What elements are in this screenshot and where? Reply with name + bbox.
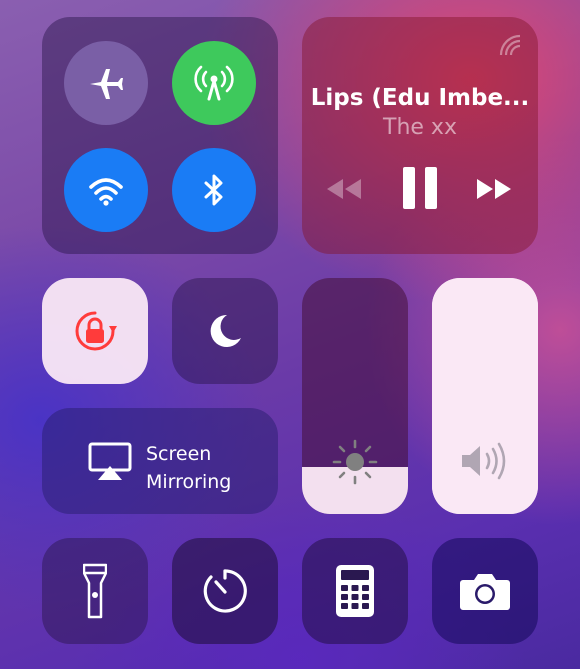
connectivity-module [42,17,278,254]
calculator-icon [336,565,374,617]
airplay-audio-icon[interactable] [498,33,522,57]
flashlight-icon [83,563,107,619]
airplane-mode-button[interactable] [64,41,148,125]
sun-icon [332,439,378,485]
fast-forward-icon[interactable] [474,177,514,201]
screen-mirroring-label: Screen Mirroring [146,443,232,493]
brightness-slider[interactable] [302,278,408,514]
airplay-screen-icon [88,442,132,480]
camera-icon [460,574,510,610]
now-playing-title: Lips (Edu Imbe... [310,85,530,111]
rotation-lock-button[interactable] [42,278,148,384]
wifi-button[interactable] [64,148,148,232]
volume-slider[interactable] [432,278,538,514]
calculator-button[interactable] [302,538,408,644]
screen-mirroring-button[interactable]: Screen Mirroring [42,408,278,514]
now-playing-artist: The xx [383,115,457,140]
timer-button[interactable] [172,538,278,644]
cellular-antenna-icon [194,65,234,101]
pause-icon[interactable] [403,167,437,209]
timer-icon [203,569,247,613]
speaker-volume-icon [462,442,506,480]
airplane-icon [90,69,123,99]
rewind-icon[interactable] [324,177,364,201]
now-playing-module[interactable]: Lips (Edu Imbe... The xx [302,17,538,254]
moon-icon [210,314,241,347]
rotation-lock-icon [75,311,117,351]
wifi-icon [89,178,123,206]
do-not-disturb-button[interactable] [172,278,278,384]
flashlight-button[interactable] [42,538,148,644]
camera-button[interactable] [432,538,538,644]
bluetooth-icon [204,174,223,206]
cellular-data-button[interactable] [172,41,256,125]
bluetooth-button[interactable] [172,148,256,232]
